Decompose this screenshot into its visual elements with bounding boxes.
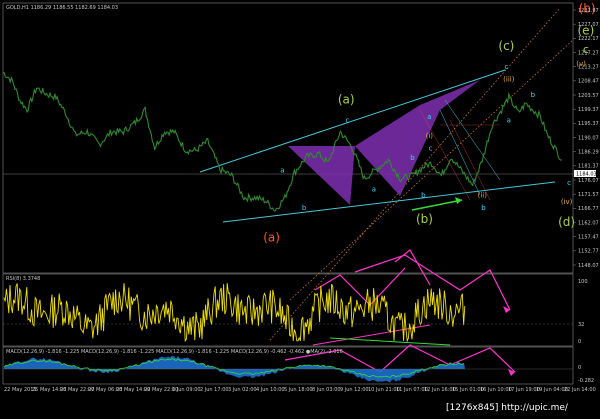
y-tick-label: 1181.37 [578, 164, 599, 170]
time-tick-label: 5 Jun 18:00 [284, 387, 313, 393]
y-tick-label: 1199.37 [578, 107, 599, 113]
wave-label: (d) [558, 215, 575, 229]
y-tick-label: 1227.07 [578, 22, 599, 28]
wave-label: a [507, 116, 511, 124]
time-tick-label: 10 Jun 21:00 [368, 387, 400, 393]
main-chart-title: GOLD,H1 1186.29 1186.55 1182.69 1184.03 [6, 5, 118, 11]
time-tick-label: 12 Jun 16:00 [424, 387, 456, 393]
wave-label: c [429, 145, 433, 153]
y-tick-label: 1186.29 [578, 149, 599, 155]
time-tick-label: 3 Jun 02:00 [228, 387, 257, 393]
time-tick-label: 19 Jun 04:00 [536, 387, 568, 393]
wave-label: c [567, 179, 571, 187]
wave-label: (a) [263, 231, 280, 245]
wave-label: c [504, 63, 508, 71]
time-tick-label: 11 Jun 07:00 [396, 387, 428, 393]
y-tick-label: 1208.47 [578, 79, 599, 85]
y-tick-label: 1217.27 [578, 50, 599, 56]
y-tick-label: 1166.77 [578, 206, 599, 212]
time-tick-label: 15 Jun 01:00 [452, 387, 484, 393]
wave-label: (ii) [478, 192, 488, 200]
y-tick-label: 1148.07 [578, 263, 599, 269]
y-tick-label: 1152.77 [578, 249, 599, 255]
time-tick-label: 16 Jun 10:00 [480, 387, 512, 393]
time-tick-label: 4 Jun 10:00 [256, 387, 285, 393]
wave-label: a [280, 167, 284, 175]
macd-tick-label: 0 [578, 365, 581, 371]
y-tick-label: 1190.07 [578, 135, 599, 141]
current-price-label: 1184.03 [576, 172, 597, 178]
y-tick-label: 1171.57 [578, 192, 599, 198]
wave-label: a [372, 185, 376, 193]
wave-label: b [421, 192, 426, 200]
time-tick-label: 2 Jun 17:00 [200, 387, 229, 393]
time-axis-layer: 22 May 201525 May 14:0026 May 22:0027 Ma… [4, 387, 596, 393]
wave-label: a [427, 113, 431, 121]
y-tick-label: 1162.07 [578, 220, 599, 226]
rsi-tick-label: 32 [578, 322, 584, 328]
wave-label: (iii) [503, 75, 515, 83]
wave-label: (b) [416, 212, 433, 226]
chart-canvas: (a)(b)(c)(d)(e)c(a)(b)(i)(ii)(iii)(iv)(v… [0, 0, 600, 415]
wave-label: (c) [498, 39, 514, 53]
wave-label: b [531, 91, 536, 99]
wave-label: (iv) [561, 198, 573, 206]
watermark: [1276x845] http://upic.me/ [446, 403, 569, 413]
macd-title: MACD(12,26,9) -1.816 -1.225 MACD(12,26,9… [6, 349, 343, 355]
time-tick-label: 8 Jun 03:00 [312, 387, 341, 393]
wave-label: b [302, 204, 307, 212]
wave-label: (i) [426, 132, 434, 140]
y-tick-label: 1231.97 [578, 8, 599, 14]
y-tick-label: 1176.07 [578, 178, 599, 184]
y-tick-label: 1157.47 [578, 234, 599, 240]
wave-label: (a) [338, 92, 355, 106]
rsi-tick-label: 0 [578, 339, 581, 345]
y-tick-label: 1203.57 [578, 93, 599, 99]
rsi-title: RSI(8) 3.3748 [6, 276, 40, 282]
time-tick-label: 22 Jun 14:00 [564, 387, 596, 393]
time-tick-label: 1 Jun 09:00 [172, 387, 201, 393]
macd-tick-label: -0.282 [578, 378, 594, 384]
y-tick-label: 1213.27 [578, 64, 599, 70]
time-tick-label: 17 Jun 19:00 [508, 387, 540, 393]
time-tick-label: 9 Jun 12:00 [340, 387, 369, 393]
wave-label: b [481, 204, 486, 212]
chart-window: (a) (b) (c) (d) (e) c (a) (b) (i) (ii) (iii) (iv) (v… [0, 0, 600, 415]
wave-label: c [346, 116, 350, 124]
y-tick-label: 1222.17 [578, 36, 599, 42]
y-tick-label: 1195.37 [578, 121, 599, 127]
rsi-tick-label: 100 [578, 279, 588, 285]
wave-label: b [410, 154, 415, 162]
